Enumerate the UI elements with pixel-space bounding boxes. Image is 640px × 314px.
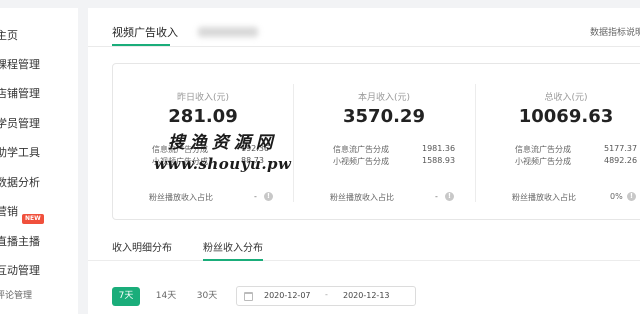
header-divider: [88, 46, 640, 47]
row-label: 信息流广告分成: [333, 145, 389, 154]
sidebar-item-students[interactable]: 学员管理: [0, 115, 40, 131]
stat-month: 本月收入(元) 3570.29 信息流广告分成 1981.36 小视频广告分成 15…: [294, 64, 474, 221]
sidebar-item-shop[interactable]: 店铺管理: [0, 85, 40, 101]
stat-value: 3570.29: [343, 106, 425, 127]
sidebar-item-analytics[interactable]: 数据分析: [0, 174, 40, 190]
info-icon[interactable]: !: [445, 192, 454, 201]
range-14d-button[interactable]: 14天: [151, 287, 181, 306]
short-video-row: 小视频广告分成 4892.26: [515, 156, 640, 167]
row-value: 5177.37: [604, 144, 638, 153]
stat-label: 总收入(元): [544, 93, 588, 103]
watermark: 搜渔资源网 www.shouyu.pw: [154, 128, 291, 173]
date-range-picker[interactable]: 2020-12-07 - 2020-12-13: [236, 286, 416, 306]
row-label: 小视频广告分成: [333, 157, 389, 166]
stat-total: 总收入(元) 10069.63 信息流广告分成 5177.37 小视频广告分成 48…: [476, 64, 640, 221]
fans-ratio-value: -: [254, 192, 257, 201]
row-label: 信息流广告分成: [515, 145, 571, 154]
stat-label: 本月收入(元): [357, 93, 411, 103]
tab-income-detail[interactable]: 收入明细分布: [112, 239, 172, 254]
short-video-row: 小视频广告分成 1588.93: [333, 156, 463, 167]
new-badge: NEW: [22, 214, 44, 224]
fans-ratio-label: 粉丝播放收入占比: [512, 193, 576, 202]
start-date: 2020-12-07: [264, 291, 311, 300]
blurred-tab: [198, 27, 258, 37]
metric-doc-link[interactable]: 数据指标说明: [590, 25, 640, 38]
stat-value: 281.09: [168, 106, 238, 127]
fans-ratio-value: -: [435, 192, 438, 201]
calendar-icon: [244, 292, 253, 301]
sidebar-item-tools[interactable]: 助学工具: [0, 144, 40, 160]
sidebar-item-interaction[interactable]: 互动管理: [0, 262, 40, 278]
subtab-divider: [88, 260, 640, 261]
sidebar-item-marketing[interactable]: 营销: [0, 203, 18, 219]
end-date: 2020-12-13: [343, 291, 390, 300]
stat-value: 10069.63: [518, 106, 614, 127]
subtab-indicator: [203, 259, 263, 261]
date-separator: -: [325, 290, 328, 299]
info-icon[interactable]: !: [264, 192, 273, 201]
row-value: 1981.36: [422, 144, 456, 153]
feed-ad-row: 信息流广告分成 1981.36: [333, 144, 463, 155]
stat-label: 昨日收入(元): [176, 93, 230, 103]
watermark-url: www.shouyu.pw: [154, 155, 292, 173]
feed-ad-row: 信息流广告分成 5177.37: [515, 144, 640, 155]
fans-ratio-label: 粉丝播放收入占比: [330, 193, 394, 202]
range-30d-button[interactable]: 30天: [192, 287, 222, 306]
row-label: 小视频广告分成: [515, 157, 571, 166]
fans-ratio-value: 0%: [610, 192, 623, 201]
sidebar-item-live[interactable]: 直播主播: [0, 233, 40, 249]
row-value: 4892.26: [604, 156, 638, 165]
row-value: 1588.93: [422, 156, 456, 165]
sidebar-item-comments[interactable]: 评论管理: [0, 288, 32, 301]
sidebar-item-home[interactable]: 主页: [0, 27, 18, 43]
sidebar-item-courses[interactable]: 课程管理: [0, 56, 40, 72]
info-icon[interactable]: !: [627, 192, 636, 201]
sidebar: 主页 课程管理 店铺管理 学员管理 助学工具 数据分析 营销 NEW 直播主播 …: [0, 8, 78, 314]
range-7d-button[interactable]: 7天: [112, 287, 140, 306]
watermark-title: 搜渔资源网: [167, 133, 278, 153]
tab-fans-income[interactable]: 粉丝收入分布: [203, 239, 263, 254]
fans-ratio-label: 粉丝播放收入占比: [149, 193, 213, 202]
tab-video-ad-income[interactable]: 视频广告收入: [112, 24, 178, 40]
